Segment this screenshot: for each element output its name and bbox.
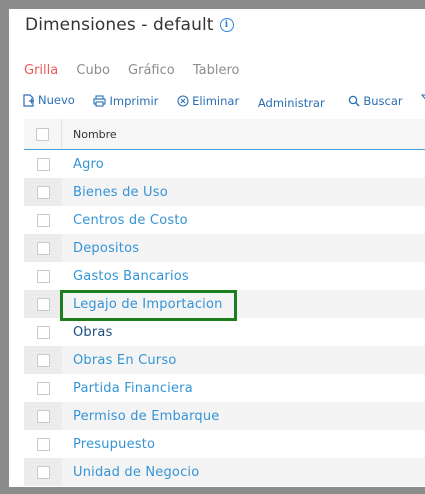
table-row[interactable]: Unidad de Negocio [24,458,425,486]
row-checkbox-cell [24,234,62,262]
row-checkbox[interactable] [36,353,50,367]
table-row[interactable]: Partida Financiera [24,374,425,402]
table-row[interactable]: Depositos [24,234,425,262]
row-checkbox[interactable] [36,465,50,479]
row-checkbox-cell [24,290,62,318]
row-name-link[interactable]: Unidad de Negocio [62,465,199,480]
row-name-link[interactable]: Obras En Curso [62,353,176,368]
imprimir-label: Imprimir [109,93,159,108]
row-checkbox[interactable] [36,381,50,395]
row-checkbox-cell [24,318,62,346]
table-row[interactable]: Centros de Costo [24,206,425,234]
buscar-button[interactable]: Buscar [348,93,403,108]
table-row[interactable]: Obras [24,318,425,346]
tab-grilla[interactable]: Grilla [24,63,58,78]
grid-header: Nombre [24,119,425,150]
table-row[interactable]: Obras En Curso [24,346,425,374]
table-row[interactable]: Presupuesto [24,430,425,458]
table-row[interactable]: Gastos Bancarios [24,262,425,290]
row-checkbox-cell [24,346,62,374]
page-title-text: Dimensiones - default [25,15,214,35]
view-tabs: Grilla Cubo Gráfico Tablero [24,63,254,78]
row-checkbox[interactable] [36,325,50,339]
row-checkbox-cell [24,374,62,402]
row-checkbox-cell [24,206,62,234]
tab-cubo[interactable]: Cubo [76,63,110,78]
tab-grafico[interactable]: Gráfico [128,63,175,78]
select-all-cell [24,119,62,149]
row-name-link[interactable]: Centros de Costo [62,213,188,228]
delete-circle-icon [177,94,189,107]
table-row[interactable]: Permiso de Embarque [24,402,425,430]
printer-icon [93,94,107,107]
row-checkbox[interactable] [36,297,50,311]
page-title: Dimensiones - default i [25,15,234,35]
info-icon[interactable]: i [219,18,234,32]
row-name-link[interactable]: Depositos [62,241,139,256]
column-header-nombre[interactable]: Nombre [62,128,117,141]
row-checkbox-cell [24,430,62,458]
row-checkbox[interactable] [36,185,50,199]
row-name-link[interactable]: Agro [62,157,104,172]
eliminar-button[interactable]: Eliminar [177,94,239,108]
row-checkbox[interactable] [36,157,50,171]
row-name-link[interactable]: Presupuesto [62,437,155,452]
row-checkbox-cell [24,150,62,178]
search-icon [349,95,360,107]
filter-icon [421,93,425,99]
administrar-label: Administrar [257,95,325,110]
selected-row-highlight [60,290,237,321]
filter-button[interactable] [421,93,425,107]
table-row[interactable]: Bienes de Uso [24,178,425,206]
row-name-link[interactable]: Bienes de Uso [62,185,168,200]
table-row[interactable]: Agro [24,150,425,178]
row-checkbox[interactable] [36,241,50,255]
administrar-button[interactable]: Administrar [258,96,325,110]
row-name-link[interactable]: Gastos Bancarios [62,269,189,284]
row-checkbox-cell [24,262,62,290]
buscar-label: Buscar [363,93,403,108]
dimensiones-window: Dimensiones - default i Grilla Cubo Gráfi… [9,9,425,487]
row-checkbox[interactable] [36,437,50,451]
row-name-link[interactable]: Permiso de Embarque [62,409,220,424]
row-checkbox-cell [24,178,62,206]
new-document-icon [23,93,34,107]
row-name-link[interactable]: Partida Financiera [62,381,193,396]
row-name-link[interactable]: Obras [62,325,113,340]
eliminar-label: Eliminar [192,93,240,108]
imprimir-button[interactable]: Imprimir [93,94,158,108]
row-checkbox[interactable] [36,409,50,423]
toolbar: Nuevo Imprimir Eliminar Administrar Busc… [23,93,425,110]
row-checkbox[interactable] [36,213,50,227]
select-all-checkbox[interactable] [36,127,49,141]
nuevo-button[interactable]: Nuevo [23,93,75,107]
tab-tablero[interactable]: Tablero [193,63,240,78]
row-checkbox-cell [24,402,62,430]
nuevo-label: Nuevo [38,93,75,107]
row-checkbox-cell [24,458,62,486]
row-checkbox[interactable] [36,269,50,283]
scroll-arrow-icon[interactable] [0,452,6,464]
